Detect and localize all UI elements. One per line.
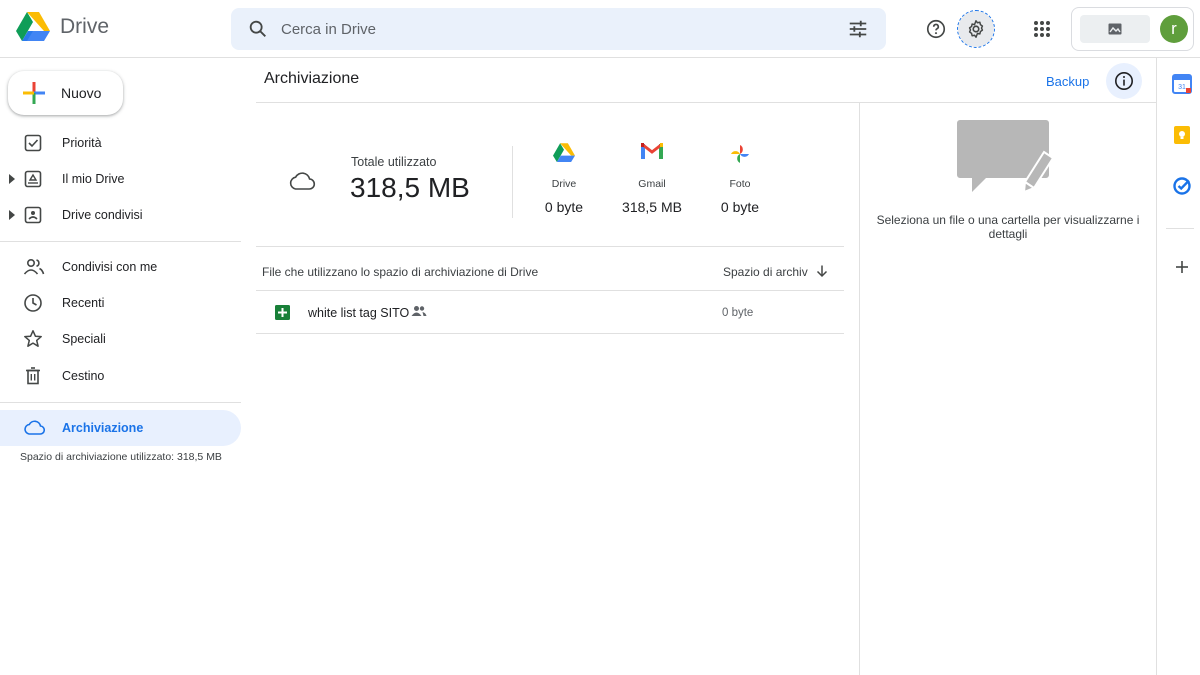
tune-icon[interactable] (847, 18, 869, 40)
settings-icon (968, 20, 984, 38)
settings-button[interactable] (957, 10, 995, 48)
service-value: 318,5 MB (622, 199, 682, 215)
service-drive: Drive 0 byte (524, 143, 604, 215)
page-title: Archiviazione (264, 70, 360, 87)
help-icon (926, 19, 946, 39)
caret-right-icon[interactable] (8, 174, 16, 184)
help-button[interactable] (918, 11, 954, 47)
header-divider (256, 102, 1156, 103)
sidebar-item-storage[interactable]: Archiviazione (0, 410, 241, 446)
sidebar-item-label: Condivisi con me (62, 260, 158, 274)
storage-usage-note: Spazio di archiviazione utilizzato: 318,… (20, 451, 222, 463)
calendar-icon[interactable]: 31 (1172, 74, 1192, 94)
people-icon (23, 258, 45, 275)
sort-by-storage-button[interactable]: Spazio di archiv (723, 265, 808, 279)
svg-text:31: 31 (1178, 84, 1186, 91)
sidebar-item-trash[interactable]: Cestino (0, 358, 240, 394)
service-value: 0 byte (544, 199, 584, 215)
keep-icon[interactable] (1172, 125, 1192, 145)
service-photos: Foto 0 byte (700, 143, 780, 215)
total-used-label: Totale utilizzato (351, 155, 437, 169)
search-bar[interactable] (231, 8, 886, 50)
sidebar-item-label: Recenti (62, 296, 105, 310)
priority-check-icon (24, 134, 42, 152)
service-name: Drive (551, 178, 577, 190)
app-name: Drive (60, 15, 110, 38)
apps-grid-icon (1034, 21, 1050, 37)
service-name: Foto (729, 178, 751, 190)
caret-right-icon[interactable] (8, 210, 16, 220)
service-value: 0 byte (720, 199, 760, 215)
gmail-icon (641, 143, 663, 159)
apps-button[interactable] (1024, 11, 1060, 47)
sidebar-item-shared-drives[interactable]: Drive condivisi (0, 197, 240, 233)
side-rail-divider (1156, 58, 1157, 675)
sidebar-item-my-drive[interactable]: Il mio Drive (0, 161, 240, 197)
list-divider (256, 246, 844, 247)
file-size: 0 byte (722, 307, 754, 319)
sidebar-divider (0, 241, 241, 242)
shared-drives-icon (24, 206, 42, 224)
comment-edit-illustration (957, 120, 1055, 194)
service-name: Gmail (638, 178, 666, 190)
sidebar-item-label: Archiviazione (62, 421, 144, 435)
details-divider (859, 102, 860, 675)
star-icon (24, 330, 42, 347)
top-bar: Drive Cerca in Drive r (0, 0, 1200, 58)
clock-icon (24, 294, 42, 312)
file-name[interactable]: white list tag SITO (308, 306, 409, 320)
details-toggle-button[interactable] (1106, 63, 1142, 99)
organization-logo (1080, 15, 1150, 43)
sidebar-item-priority[interactable]: Priorità (0, 125, 240, 161)
stats-divider (512, 146, 513, 218)
table-row[interactable]: white list tag SITO 0 byte (256, 291, 844, 334)
my-drive-icon (24, 170, 42, 188)
search-icon[interactable] (247, 18, 269, 40)
cloud-icon (289, 172, 316, 190)
backup-link[interactable]: Backup (1046, 74, 1089, 89)
sidebar-item-shared-with-me[interactable]: Condivisi con me (0, 249, 240, 285)
account-switcher[interactable]: r (1071, 7, 1194, 51)
sidebar-item-label: Speciali (62, 332, 106, 346)
avatar[interactable]: r (1160, 15, 1188, 43)
new-button-label: Nuovo (61, 85, 102, 101)
total-used-value: 318,5 MB (350, 172, 470, 203)
details-empty-message: Seleziona un file o una cartella per vis… (876, 213, 1140, 241)
image-icon (1108, 23, 1122, 35)
sidebar-item-starred[interactable]: Speciali (0, 321, 240, 357)
new-button[interactable]: Nuovo (8, 71, 123, 115)
sidebar-divider (0, 402, 241, 403)
side-rail-divider (1166, 228, 1194, 229)
info-icon (1115, 72, 1133, 90)
sidebar-item-label: Il mio Drive (62, 172, 125, 186)
photos-pinwheel-icon (731, 145, 749, 163)
sidebar-item-label: Cestino (62, 369, 105, 383)
search-input[interactable] (281, 18, 821, 40)
cloud-icon (24, 420, 45, 435)
drive-logo-icon (553, 143, 575, 163)
drive-logo-icon (16, 12, 50, 41)
service-gmail: Gmail 318,5 MB (612, 143, 692, 215)
tasks-icon[interactable] (1172, 176, 1192, 196)
sidebar-item-label: Drive condivisi (62, 208, 143, 222)
add-icon[interactable] (1172, 257, 1192, 277)
shared-people-icon (411, 306, 427, 316)
drive-logo[interactable]: Drive (16, 12, 109, 42)
google-sheets-icon (275, 305, 290, 320)
trash-icon (26, 367, 40, 385)
sidebar-item-label: Priorità (62, 136, 102, 150)
file-list-header: File che utilizzano lo spazio di archivi… (262, 265, 539, 279)
sidebar-item-recent[interactable]: Recenti (0, 285, 240, 321)
plus-icon (23, 82, 45, 104)
arrow-down-icon[interactable] (815, 264, 829, 278)
